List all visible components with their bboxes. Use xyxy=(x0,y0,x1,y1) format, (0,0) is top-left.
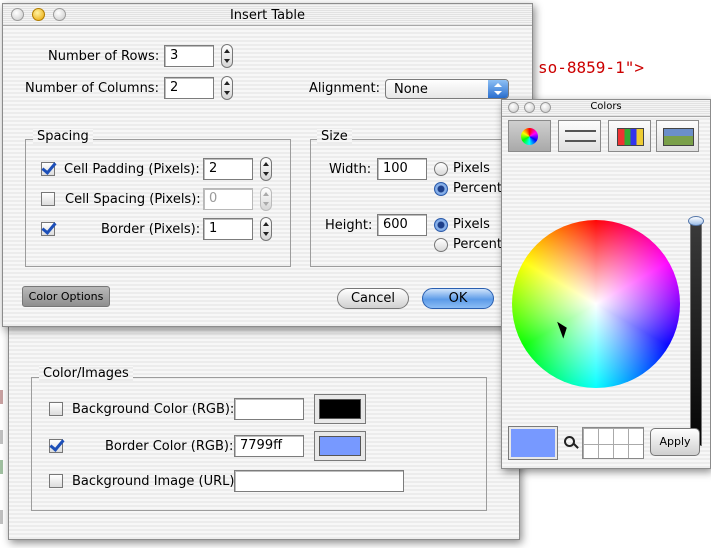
background-image-checkbox[interactable] xyxy=(49,474,63,488)
color-swatches-grid[interactable] xyxy=(582,427,644,459)
color-images-sheet: Color/Images Background Color (RGB): Bor… xyxy=(8,326,520,540)
alignment-value: None xyxy=(394,82,428,97)
background-color-label: Background Color (RGB): xyxy=(72,402,235,417)
spacing-group-title: Spacing xyxy=(33,129,93,144)
source-code-text: so-8859-1"> xyxy=(538,58,644,77)
cell-padding-field[interactable]: 2 xyxy=(203,158,253,180)
border-color-checkbox[interactable] xyxy=(49,439,63,453)
color-wheel-mode-button[interactable] xyxy=(508,120,551,152)
editor-gutter xyxy=(0,330,8,548)
border-color-swatch[interactable] xyxy=(314,431,366,461)
width-percent-label: Percent xyxy=(453,181,502,196)
color-wheel[interactable] xyxy=(512,220,680,388)
height-label: Height: xyxy=(325,218,373,233)
popup-arrows-icon xyxy=(488,80,508,98)
alignment-label: Alignment: xyxy=(309,81,380,96)
width-pixels-radio[interactable] xyxy=(434,162,448,176)
current-color-fill xyxy=(511,429,555,457)
background-color-swatch[interactable] xyxy=(314,394,366,424)
cell-spacing-label: Cell Spacing (Pixels): xyxy=(65,192,201,207)
width-field[interactable]: 100 xyxy=(377,158,427,180)
cell-spacing-field[interactable]: 0 xyxy=(203,188,253,210)
color-options-button[interactable]: Color Options xyxy=(22,286,110,307)
rows-field[interactable]: 3 xyxy=(164,45,214,67)
border-field[interactable]: 1 xyxy=(203,218,253,240)
background-image-field[interactable] xyxy=(234,470,404,492)
colors-panel: Colors Apply xyxy=(501,99,711,469)
size-group-title: Size xyxy=(317,129,352,144)
height-pixels-radio[interactable] xyxy=(434,218,448,232)
apply-button[interactable]: Apply xyxy=(650,428,700,456)
ok-button[interactable]: OK xyxy=(422,288,494,309)
brightness-slider-knob[interactable] xyxy=(688,216,704,226)
height-field[interactable]: 600 xyxy=(377,214,427,236)
cell-padding-stepper[interactable] xyxy=(260,157,272,181)
width-label: Width: xyxy=(329,162,372,177)
cancel-button[interactable]: Cancel xyxy=(337,288,409,309)
color-images-group-title: Color/Images xyxy=(39,366,133,381)
alignment-popup[interactable]: None xyxy=(385,79,509,99)
cell-spacing-checkbox[interactable] xyxy=(41,192,55,206)
columns-field[interactable]: 2 xyxy=(164,77,214,99)
colors-titlebar[interactable]: Colors xyxy=(502,100,710,117)
border-color-swatch-fill xyxy=(319,436,361,456)
sliders-mode-button[interactable] xyxy=(558,120,601,152)
rows-stepper[interactable] xyxy=(221,44,233,68)
border-color-label: Border Color (RGB): xyxy=(105,439,234,454)
image-palette-mode-button[interactable] xyxy=(656,120,699,152)
cell-padding-label: Cell Padding (Pixels): xyxy=(64,162,200,177)
background-color-swatch-fill xyxy=(319,399,361,419)
height-percent-label: Percent xyxy=(453,237,502,252)
width-percent-radio[interactable] xyxy=(434,182,448,196)
colors-title: Colors xyxy=(590,101,622,112)
rows-label: Number of Rows: xyxy=(48,49,160,64)
insert-table-dialog: Insert Table Number of Rows: 3 Number of… xyxy=(2,3,533,327)
current-color-well[interactable] xyxy=(508,426,558,460)
dialog-title: Insert Table xyxy=(229,8,306,23)
cell-padding-checkbox[interactable] xyxy=(41,162,55,176)
color-wheel-icon xyxy=(521,128,538,145)
background-color-field[interactable] xyxy=(234,398,304,420)
sliders-icon xyxy=(565,130,596,142)
border-checkbox[interactable] xyxy=(41,222,55,236)
width-pixels-label: Pixels xyxy=(453,161,490,176)
brightness-slider[interactable] xyxy=(690,222,702,446)
cell-spacing-stepper[interactable] xyxy=(260,187,272,211)
background-color-checkbox[interactable] xyxy=(49,402,63,416)
border-label: Border (Pixels): xyxy=(101,222,201,237)
palette-icon xyxy=(617,128,644,146)
border-color-field[interactable]: 7799ff xyxy=(234,435,304,457)
palette-mode-button[interactable] xyxy=(608,120,651,152)
columns-label: Number of Columns: xyxy=(25,81,159,96)
height-pixels-label: Pixels xyxy=(453,217,490,232)
border-stepper[interactable] xyxy=(260,217,272,241)
background-image-label: Background Image (URL): xyxy=(72,474,239,489)
insert-table-titlebar[interactable]: Insert Table xyxy=(3,4,532,26)
columns-stepper[interactable] xyxy=(221,76,233,100)
image-palette-icon xyxy=(663,128,694,146)
magnifier-handle-icon xyxy=(573,443,579,449)
height-percent-radio[interactable] xyxy=(434,238,448,252)
